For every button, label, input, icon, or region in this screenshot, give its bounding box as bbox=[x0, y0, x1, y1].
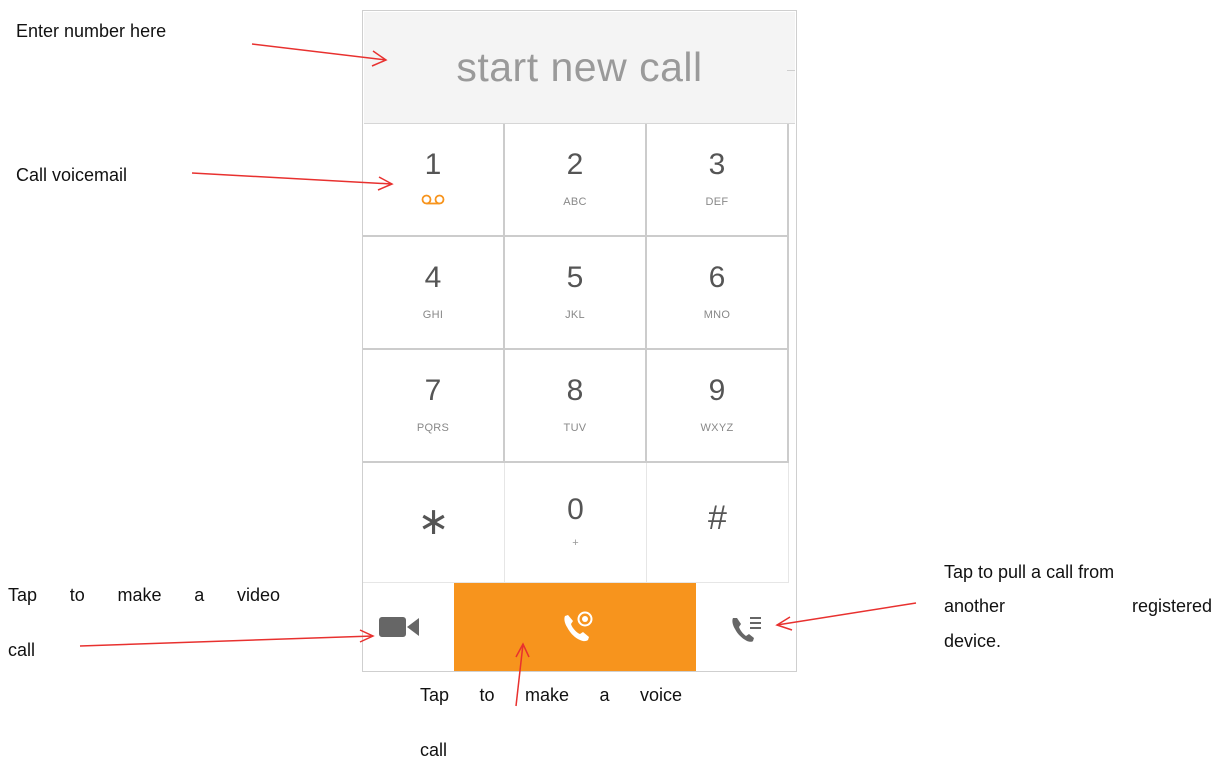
annotation-arrows bbox=[79, 43, 917, 707]
arrow-pull-call bbox=[776, 602, 917, 626]
arrow-enter-number bbox=[251, 43, 387, 61]
arrow-voice-call bbox=[515, 643, 524, 707]
arrow-video-call bbox=[79, 635, 374, 647]
arrow-voicemail bbox=[191, 172, 393, 185]
